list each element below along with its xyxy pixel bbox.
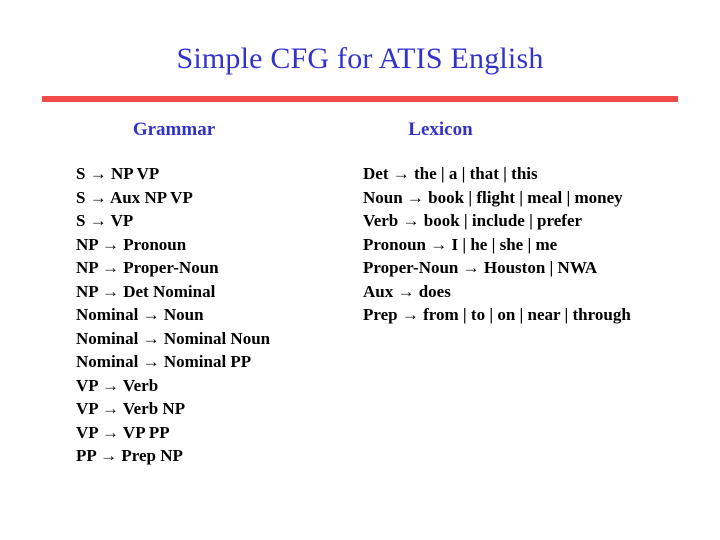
list-item: NP → Det Nominal [76, 281, 216, 301]
list-item: NP → Pronoun [76, 234, 187, 254]
list-item: Pronoun → I | he | she | me [363, 234, 558, 254]
list-item: Noun → book | flight | meal | money [363, 187, 623, 207]
lexicon-column-header: Lexicon [408, 119, 473, 140]
list-item: Nominal → Nominal PP [76, 352, 252, 371]
list-item: Verb → book | include | prefer [363, 211, 583, 230]
list-item: S → VP [76, 211, 134, 230]
lexicon-column: Lexicon Det → the | a | that | this Noun… [355, 118, 705, 327]
list-item: VP → Verb [76, 375, 159, 395]
list-item: Nominal → Noun [76, 305, 204, 324]
list-item: Prep → from | to | on | near | through [363, 305, 631, 324]
title-divider-rule [42, 96, 678, 102]
list-item: VP → VP PP [76, 422, 170, 442]
list-item: S → NP VP [76, 164, 160, 183]
page-title: Simple CFG for ATIS English [176, 42, 544, 75]
grammar-column: Grammar S → NP VP S → Aux NP VP S → VP N… [24, 118, 354, 468]
list-item: Nominal → Nominal Noun [76, 328, 271, 348]
list-item: NP → Proper-Noun [76, 258, 219, 277]
list-item: PP → Prep NP [76, 446, 183, 465]
list-item: VP → Verb NP [76, 399, 186, 418]
grammar-rule-list: S → NP VP S → Aux NP VP S → VP NP → Pron… [24, 162, 354, 468]
list-item: Det → the | a | that | this [363, 164, 538, 183]
lexicon-rule-list: Det → the | a | that | this Noun → book … [355, 162, 705, 327]
list-item: Aux → does [363, 281, 451, 301]
list-item: Proper-Noun → Houston | NWA [363, 258, 598, 277]
content-columns: Grammar S → NP VP S → Aux NP VP S → VP N… [0, 118, 720, 498]
list-item: S → Aux NP VP [76, 187, 193, 207]
grammar-column-header: Grammar [132, 119, 216, 140]
slide-canvas: Simple CFG for ATIS English Grammar S → … [0, 0, 720, 540]
